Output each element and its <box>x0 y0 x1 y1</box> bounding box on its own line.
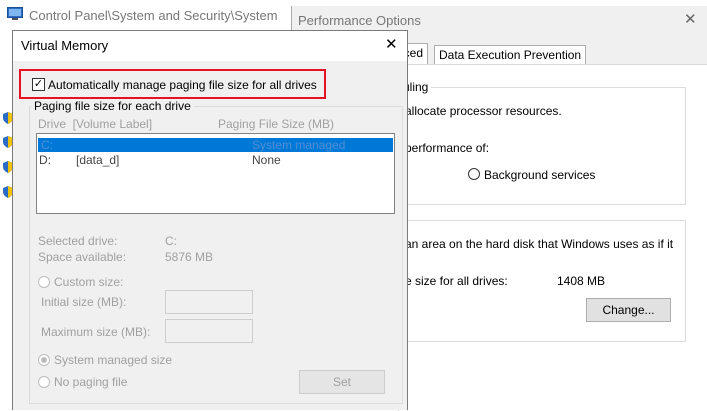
selected-drive-label: Selected drive: <box>38 234 118 248</box>
no-paging-label: No paging file <box>54 375 128 389</box>
selected-drive-value: C: <box>165 234 177 248</box>
system-managed-label: System managed size <box>54 353 173 367</box>
auto-manage-checkbox[interactable]: ✓ <box>32 78 45 91</box>
maximum-size-label: Maximum size (MB): <box>41 325 151 339</box>
performance-of-label: performance of: <box>405 141 490 155</box>
virtual-memory-text: an area on the hard disk that Windows us… <box>405 237 674 251</box>
background-services-radio[interactable] <box>468 168 480 180</box>
change-button[interactable]: Change... <box>586 298 671 322</box>
drive-size: None <box>252 153 281 167</box>
performance-options-title: Performance Options <box>298 13 421 28</box>
drive-volume-label: [data_d] <box>76 153 120 167</box>
space-available-value: 5876 MB <box>165 250 214 264</box>
total-paging-value: 1408 MB <box>557 274 606 288</box>
custom-size-radio[interactable] <box>38 276 50 288</box>
close-icon[interactable]: ✕ <box>684 10 697 28</box>
background-services-label: Background services <box>484 168 596 182</box>
total-paging-label: e size for all drives: <box>405 274 508 288</box>
custom-size-label: Custom size: <box>54 275 124 289</box>
maximum-size-field[interactable] <box>165 319 253 343</box>
space-available-label: Space available: <box>38 250 127 264</box>
drive-letter[interactable]: D: <box>39 153 51 167</box>
breadcrumb: Control Panel\System and Security\System <box>29 8 278 23</box>
scheduling-text: allocate processor resources. <box>405 104 562 118</box>
dialog-title: Virtual Memory <box>21 38 109 53</box>
column-size-header: Paging File Size (MB) <box>218 117 335 131</box>
column-drive-header: Drive [Volume Label] <box>38 117 153 131</box>
paging-file-group-label: Paging file size for each drive <box>31 99 194 113</box>
drive-size: System managed <box>252 138 346 152</box>
auto-manage-label[interactable]: Automatically manage paging file size fo… <box>48 78 317 92</box>
tab-data-execution-prevention[interactable]: Data Execution Prevention <box>434 45 587 66</box>
system-managed-radio[interactable] <box>38 354 50 366</box>
drive-letter: C: <box>41 138 53 152</box>
no-paging-radio[interactable] <box>38 376 50 388</box>
initial-size-label: Initial size (MB): <box>41 295 127 309</box>
initial-size-field[interactable] <box>165 290 253 314</box>
close-icon[interactable]: ✕ <box>385 35 398 53</box>
system-icon <box>7 7 23 20</box>
set-button[interactable]: Set <box>299 370 385 394</box>
